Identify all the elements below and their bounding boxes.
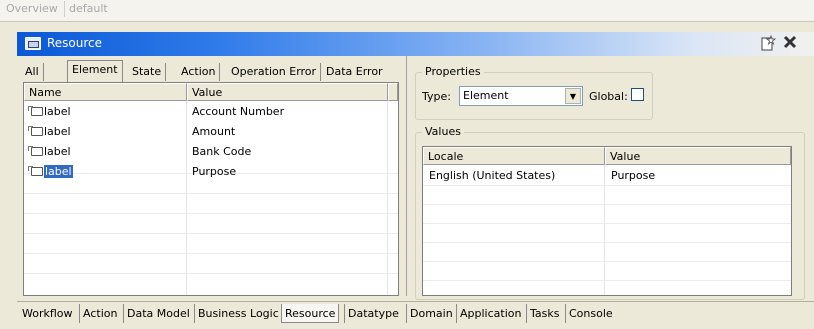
grid-line: [423, 223, 791, 224]
tab-operation-error[interactable]: Operation Error: [227, 63, 322, 81]
grid-line: [24, 233, 398, 234]
table-row[interactable]: label Account Number: [24, 102, 398, 122]
tab-datatype[interactable]: Datatype: [344, 304, 402, 323]
values-table: Locale Value English (United States) Pur…: [422, 146, 792, 296]
editor-top-tabs: Overview default: [0, 0, 814, 22]
grid-line: [24, 193, 398, 194]
global-label: Global:: [589, 90, 628, 103]
type-select[interactable]: Element ▼: [459, 86, 583, 106]
tab-tasks[interactable]: Tasks: [526, 304, 562, 323]
type-label: Type:: [422, 90, 451, 103]
row-value: Purpose: [192, 165, 237, 178]
tab-application[interactable]: Application: [456, 304, 524, 323]
new-icon[interactable]: [759, 34, 777, 53]
grid-line: [423, 204, 791, 205]
column-header-value[interactable]: Value: [605, 147, 791, 165]
row-name: label: [44, 145, 71, 158]
close-icon[interactable]: [781, 35, 799, 53]
tab-data-model[interactable]: Data Model: [123, 304, 193, 323]
row-name: label: [44, 165, 73, 178]
row-name: label: [44, 125, 71, 138]
table-row[interactable]: English (United States) Purpose: [423, 166, 791, 186]
tab-all[interactable]: All: [21, 63, 44, 81]
resource-window-icon: [25, 37, 41, 50]
column-header-locale[interactable]: Locale: [423, 147, 605, 165]
row-value: Purpose: [611, 169, 656, 182]
row-value: Amount: [192, 125, 236, 138]
table-row[interactable]: label Bank Code: [24, 142, 398, 162]
tab-element[interactable]: Element: [67, 60, 123, 82]
column-header-filler: [388, 83, 398, 101]
row-locale: English (United States): [429, 169, 556, 182]
top-tab-default[interactable]: default: [64, 1, 112, 17]
grid-line: [423, 261, 791, 262]
element-table: Name Value label Account Number label Am…: [23, 82, 399, 296]
properties-group: Properties Type: Element ▼ Global:: [415, 65, 653, 120]
window-title: Resource: [47, 36, 103, 50]
tab-workflow[interactable]: Workflow: [19, 304, 76, 323]
left-tab-strip: All Element State Action Operation Error…: [17, 60, 406, 82]
global-checkbox[interactable]: [631, 88, 644, 101]
grid-line: [423, 242, 791, 243]
label-icon: [28, 166, 43, 176]
grid-line: [24, 213, 398, 214]
column-header-name[interactable]: Name: [24, 83, 187, 101]
tab-console[interactable]: Console: [565, 304, 616, 323]
column-header-value[interactable]: Value: [187, 83, 388, 101]
grid-line: [24, 273, 398, 274]
top-tab-overview[interactable]: Overview: [2, 1, 62, 17]
row-value: Bank Code: [192, 145, 252, 158]
chevron-down-icon[interactable]: ▼: [565, 88, 581, 104]
tab-domain[interactable]: Domain: [406, 304, 456, 323]
element-pane: All Element State Action Operation Error…: [17, 56, 406, 296]
row-name: label: [44, 105, 71, 118]
properties-pane: Properties Type: Element ▼ Global: Value…: [411, 56, 814, 300]
tab-business-logic[interactable]: Business Logic: [194, 304, 282, 323]
row-value: Account Number: [192, 105, 285, 118]
table-row[interactable]: label Amount: [24, 122, 398, 142]
properties-group-title: Properties: [422, 65, 484, 78]
tab-resource[interactable]: Resource: [281, 304, 340, 323]
grid-line: [24, 253, 398, 254]
resource-title-bar: Resource: [17, 32, 814, 56]
grid-line: [423, 280, 791, 281]
label-icon: [28, 106, 43, 116]
type-select-value: Element: [463, 89, 509, 102]
tab-action[interactable]: Action: [177, 63, 221, 81]
tab-action[interactable]: Action: [79, 304, 120, 323]
values-group-title: Values: [422, 125, 464, 138]
tab-state[interactable]: State: [128, 63, 167, 81]
bottom-tab-strip: Workflow Action Data Model Business Logi…: [17, 301, 814, 325]
label-icon: [28, 126, 43, 136]
table-row-selected[interactable]: label Purpose: [24, 162, 398, 182]
label-icon: [28, 146, 43, 156]
tab-data-error[interactable]: Data Error: [322, 63, 387, 81]
